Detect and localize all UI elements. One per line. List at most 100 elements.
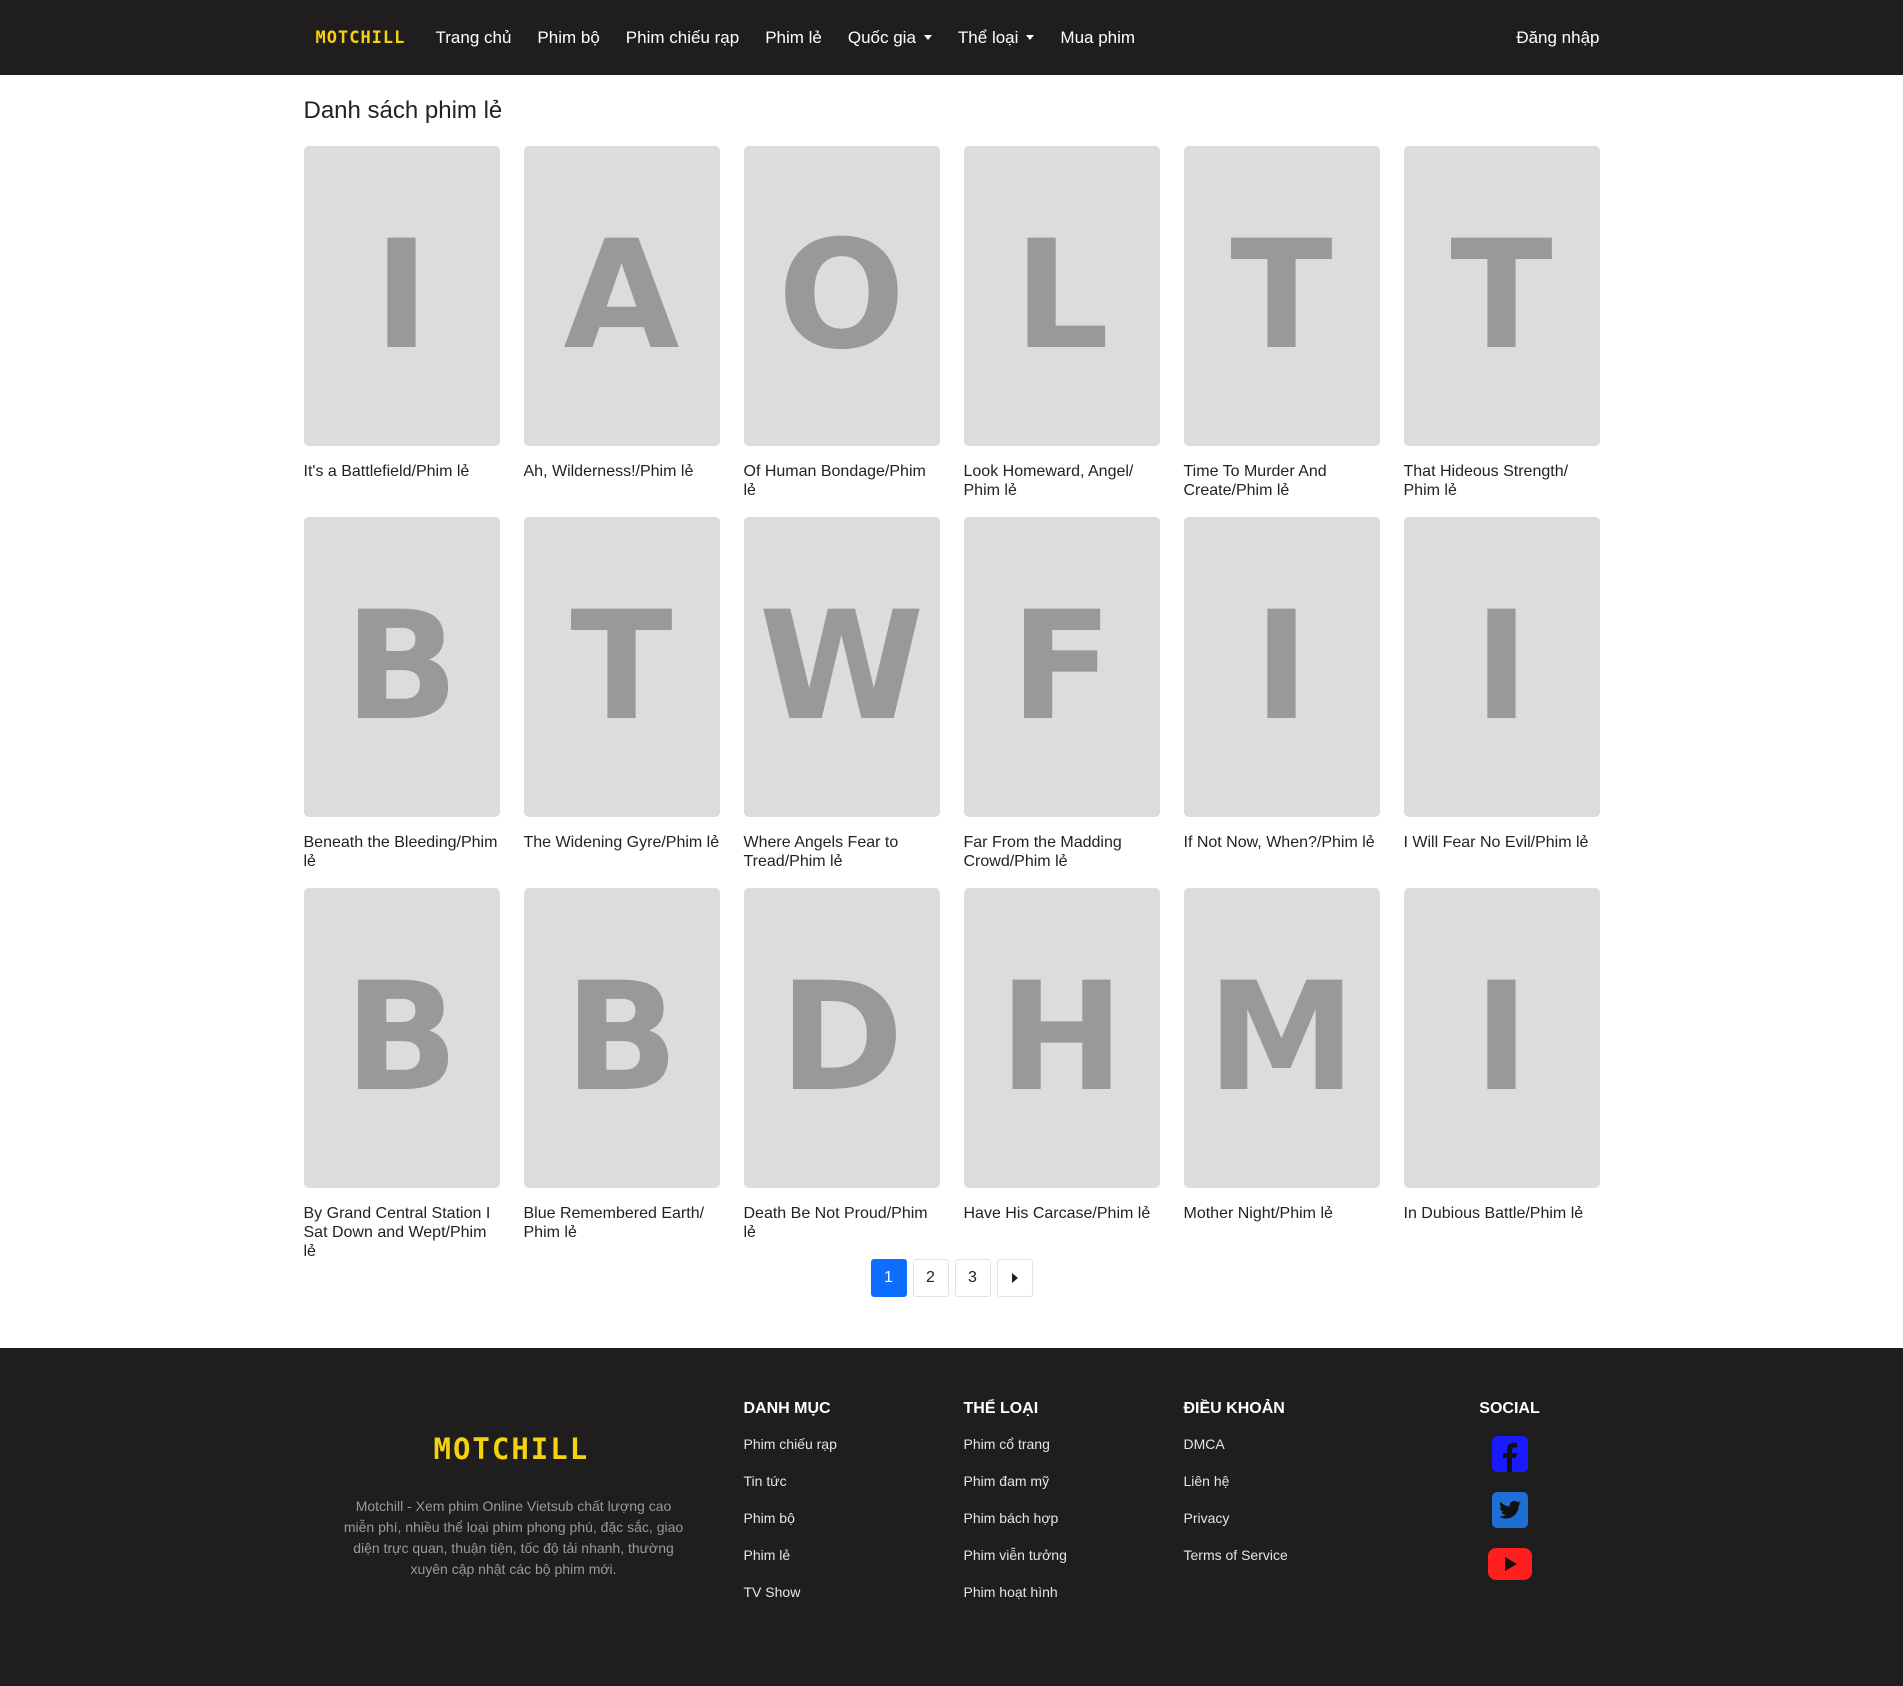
movie-title[interactable]: Death Be Not Proud/Phim lẻ — [744, 1204, 940, 1242]
movie-poster-placeholder[interactable]: D — [743, 888, 940, 1188]
movie-card[interactable]: D Death Be Not Proud/Phim lẻ — [743, 888, 940, 1259]
poster-initial: A — [563, 209, 680, 383]
movie-poster-placeholder[interactable]: I — [1183, 517, 1380, 817]
movie-title[interactable]: It's a Battlefield/Phim lẻ — [304, 462, 500, 481]
movie-card[interactable]: B Blue Remembered Earth/ Phim lẻ — [523, 888, 720, 1259]
site-footer: MOTCHILL Motchill - Xem phim Online Viet… — [0, 1348, 1903, 1686]
movie-card[interactable]: A Ah, Wilderness!/Phim lẻ — [523, 146, 720, 517]
movie-card[interactable]: B By Grand Central Station I Sat Down and… — [303, 888, 500, 1261]
footer-link[interactable]: Phim viễn tưởng — [964, 1547, 1067, 1565]
main-content: Danh sách phim lẻ I It's a Battlefield/Ph… — [303, 97, 1600, 1313]
poster-initial: I — [1253, 580, 1310, 754]
movie-title[interactable]: Look Homeward, Angel/ Phim lẻ — [964, 462, 1160, 500]
footer-link[interactable]: TV Show — [744, 1584, 837, 1602]
login-link[interactable]: Đăng nhập — [1516, 0, 1599, 75]
movie-title[interactable]: By Grand Central Station I Sat Down and … — [304, 1204, 500, 1261]
movie-poster-placeholder[interactable]: H — [963, 888, 1160, 1188]
movie-poster-placeholder[interactable]: I — [1403, 888, 1600, 1188]
movie-title[interactable]: Of Human Bondage/Phim lẻ — [744, 462, 940, 500]
movie-title[interactable]: If Not Now, When?/Phim lẻ — [1184, 833, 1380, 852]
movie-card[interactable]: W Where Angels Fear to Tread/Phim lẻ — [743, 517, 940, 888]
footer-link[interactable]: Phim hoạt hình — [964, 1584, 1067, 1602]
poster-initial: T — [1230, 209, 1333, 383]
footer-link[interactable]: Privacy — [1184, 1510, 1288, 1528]
footer-link[interactable]: Tin tức — [744, 1473, 837, 1491]
nav-cinema[interactable]: Phim chiếu rạp — [626, 28, 739, 48]
movie-card[interactable]: B Beneath the Bleeding/Phim lẻ — [303, 517, 500, 888]
movie-poster-placeholder[interactable]: I — [303, 146, 500, 446]
footer-link[interactable]: Phim chiếu rạp — [744, 1436, 837, 1454]
movie-card[interactable]: I I Will Fear No Evil/Phim lẻ — [1403, 517, 1600, 888]
poster-initial: O — [777, 209, 906, 383]
facebook-icon[interactable] — [1491, 1436, 1528, 1472]
nav-movies[interactable]: Phim lẻ — [765, 28, 822, 48]
footer-link[interactable]: Phim cổ trang — [964, 1436, 1067, 1454]
footer-column-categories: DANH MỤC Phim chiếu rạp Tin tức Phim bộ … — [744, 1400, 837, 1621]
page-3-button[interactable]: 3 — [954, 1259, 991, 1297]
movie-card[interactable]: L Look Homeward, Angel/ Phim lẻ — [963, 146, 1160, 517]
movie-poster-placeholder[interactable]: B — [303, 517, 500, 817]
next-page-button[interactable] — [996, 1259, 1033, 1297]
movie-card[interactable]: I It's a Battlefield/Phim lẻ — [303, 146, 500, 517]
movie-card[interactable]: I If Not Now, When?/Phim lẻ — [1183, 517, 1380, 888]
nav-country-label: Quốc gia — [847, 27, 916, 47]
movie-title[interactable]: Time To Murder And Create/Phim lẻ — [1184, 462, 1380, 500]
poster-initial: T — [570, 580, 673, 754]
twitter-icon[interactable] — [1491, 1492, 1528, 1528]
movie-card[interactable]: F Far From the Madding Crowd/Phim lẻ — [963, 517, 1160, 888]
footer-link[interactable]: Phim bách hợp — [964, 1510, 1067, 1528]
movie-title[interactable]: Mother Night/Phim lẻ — [1184, 1204, 1380, 1223]
page-2-button[interactable]: 2 — [912, 1259, 949, 1297]
nav-buy[interactable]: Mua phim — [1060, 28, 1135, 48]
movie-poster-placeholder[interactable]: O — [743, 146, 940, 446]
footer-link[interactable]: Liên hệ — [1184, 1473, 1288, 1491]
movie-card[interactable]: T That Hideous Strength/ Phim lẻ — [1403, 146, 1600, 517]
caret-down-icon — [1026, 35, 1035, 40]
footer-logo[interactable]: MOTCHILL — [434, 1432, 590, 1466]
page-1-button[interactable]: 1 — [870, 1259, 907, 1297]
movie-card[interactable]: T Time To Murder And Create/Phim lẻ — [1183, 146, 1380, 517]
movie-title[interactable]: Ah, Wilderness!/Phim lẻ — [524, 462, 720, 481]
nav-genre-dropdown[interactable]: Thể loại — [958, 28, 1035, 48]
movie-poster-placeholder[interactable]: B — [523, 888, 720, 1188]
footer-link[interactable]: DMCA — [1184, 1436, 1288, 1454]
poster-initial: B — [564, 951, 679, 1125]
footer-link[interactable]: Terms of Service — [1184, 1547, 1288, 1565]
movie-poster-placeholder[interactable]: M — [1183, 888, 1380, 1188]
movie-title[interactable]: That Hideous Strength/ Phim lẻ — [1404, 462, 1600, 500]
movie-title[interactable]: Where Angels Fear to Tread/Phim lẻ — [744, 833, 940, 871]
movie-title[interactable]: Far From the Madding Crowd/Phim lẻ — [964, 833, 1160, 871]
footer-link[interactable]: Phim bộ — [744, 1510, 837, 1528]
movie-poster-placeholder[interactable]: B — [303, 888, 500, 1188]
movie-title[interactable]: In Dubious Battle/Phim lẻ — [1404, 1204, 1600, 1223]
movie-title[interactable]: Beneath the Bleeding/Phim lẻ — [304, 833, 500, 871]
movie-poster-placeholder[interactable]: I — [1403, 517, 1600, 817]
movie-card[interactable]: M Mother Night/Phim lẻ — [1183, 888, 1380, 1259]
movie-card[interactable]: O Of Human Bondage/Phim lẻ — [743, 146, 940, 517]
site-logo[interactable]: MOTCHILL — [316, 28, 406, 48]
footer-link[interactable]: Phim lẻ — [744, 1547, 837, 1565]
movie-title[interactable]: I Will Fear No Evil/Phim lẻ — [1404, 833, 1600, 852]
footer-link[interactable]: Phim đam mỹ — [964, 1473, 1067, 1491]
movie-poster-placeholder[interactable]: W — [743, 517, 940, 817]
poster-initial: L — [1013, 209, 1110, 383]
movie-poster-placeholder[interactable]: F — [963, 517, 1160, 817]
movie-card[interactable]: I In Dubious Battle/Phim lẻ — [1403, 888, 1600, 1259]
footer-social: SOCIAL — [1475, 1400, 1545, 1580]
movie-title[interactable]: The Widening Gyre/Phim lẻ — [524, 833, 720, 852]
movie-poster-placeholder[interactable]: T — [1403, 146, 1600, 446]
movie-poster-placeholder[interactable]: L — [963, 146, 1160, 446]
youtube-icon[interactable] — [1487, 1548, 1532, 1580]
footer-column-genres: THỂ LOẠI Phim cổ trang Phim đam mỹ Phim … — [964, 1400, 1067, 1621]
nav-country-dropdown[interactable]: Quốc gia — [848, 28, 932, 48]
movie-poster-placeholder[interactable]: T — [1183, 146, 1380, 446]
movie-poster-placeholder[interactable]: A — [523, 146, 720, 446]
movie-card[interactable]: H Have His Carcase/Phim lẻ — [963, 888, 1160, 1259]
movie-card[interactable]: T The Widening Gyre/Phim lẻ — [523, 517, 720, 888]
movie-title[interactable]: Blue Remembered Earth/ Phim lẻ — [524, 1204, 720, 1242]
nav-series[interactable]: Phim bộ — [537, 28, 599, 48]
poster-initial: B — [344, 951, 459, 1125]
nav-home[interactable]: Trang chủ — [436, 28, 512, 48]
movie-title[interactable]: Have His Carcase/Phim lẻ — [964, 1204, 1160, 1223]
movie-poster-placeholder[interactable]: T — [523, 517, 720, 817]
